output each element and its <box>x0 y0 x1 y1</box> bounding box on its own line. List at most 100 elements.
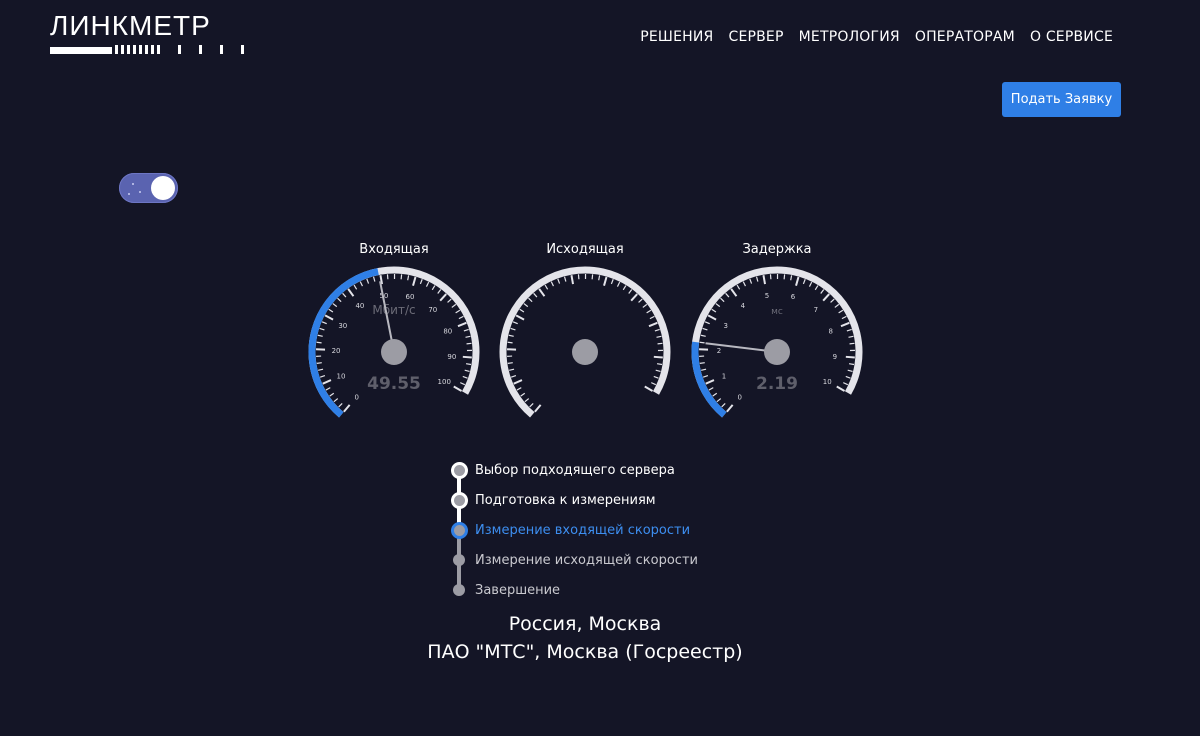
gauge-tick <box>412 276 417 286</box>
gauge-hub <box>572 339 598 365</box>
gauge-tick <box>749 278 753 284</box>
gauge-tick <box>742 281 746 287</box>
gauge-tick <box>834 303 840 308</box>
gauge-tick <box>325 387 331 391</box>
step-connector <box>457 565 461 585</box>
gauge-tick <box>648 321 658 328</box>
gauge-tick <box>557 278 561 284</box>
gauge-tick <box>843 382 849 386</box>
nav-item-solutions[interactable]: РЕШЕНИЯ <box>640 29 713 45</box>
gauge-tick <box>616 281 621 287</box>
step-label: Завершение <box>475 582 561 598</box>
nav-item-metrology[interactable]: МЕТРОЛОГИЯ <box>799 29 900 45</box>
gauge-tick <box>316 362 322 364</box>
nav-item-server[interactable]: СЕРВЕР <box>728 29 783 45</box>
gauge-tick <box>455 309 461 314</box>
gauge-tick <box>524 398 530 403</box>
gauge-tick <box>721 403 726 408</box>
gauge-tick <box>321 321 327 325</box>
gauge-tick <box>655 369 661 372</box>
nav-item-operators[interactable]: ОПЕРАТОРАМ <box>915 29 1015 45</box>
location-city: Россия, Москва <box>508 613 662 635</box>
gauge-tick <box>465 363 472 366</box>
gauge-tick <box>598 275 601 281</box>
gauge-tick <box>603 276 608 286</box>
gauge-hub <box>381 339 407 365</box>
step-indicator-icon <box>453 554 465 566</box>
gauge-tick <box>520 392 526 397</box>
step-indicator-icon <box>451 521 468 539</box>
gauge-tick <box>699 362 705 364</box>
gauge-tick <box>846 328 852 332</box>
step-label: Измерение исходящей скорости <box>475 552 698 568</box>
gauge-tick <box>353 284 358 290</box>
gauge-tick <box>622 285 627 291</box>
gauge-tick <box>359 281 363 287</box>
gauge-tick <box>329 392 335 397</box>
gauge-tick-label: 2 <box>717 347 721 355</box>
logo-bar <box>50 43 244 54</box>
apply-button[interactable]: Подать Заявку <box>1002 82 1121 117</box>
gauge-tick <box>462 375 468 379</box>
gauge-dial <box>499 266 671 418</box>
gauge-tick-label: 0 <box>737 393 741 401</box>
gauge-tick <box>515 314 525 321</box>
gauge-tick <box>705 379 715 385</box>
gauge-tick <box>563 276 567 282</box>
gauge-tick <box>736 284 741 290</box>
gauge-tick-label: 20 <box>332 347 341 355</box>
star-icon <box>132 183 134 185</box>
gauge-tick <box>656 335 662 338</box>
gauge-tick <box>840 321 850 328</box>
gauge-hub <box>764 339 790 365</box>
gauge-tick <box>319 374 326 378</box>
nav-item-about[interactable]: О СЕРВИСЕ <box>1030 29 1113 45</box>
gauge-tick <box>458 315 464 320</box>
gauge-tick <box>795 276 800 286</box>
gauge-tick <box>538 288 546 297</box>
gauge-tick <box>463 328 469 332</box>
gauge-tick <box>513 379 523 385</box>
gauge-tick <box>508 334 514 337</box>
gauge-tick <box>342 292 347 298</box>
gauge-tick <box>841 315 847 320</box>
toggle-knob <box>151 176 175 200</box>
gauge-unit: мс <box>771 307 783 317</box>
gauge-tick <box>838 309 844 314</box>
progress-step: Подготовка к измерениям <box>450 485 698 525</box>
location-info: Россия, Москва ПАО "МТС", Москва (Госрее… <box>0 610 1170 666</box>
gauge-tick <box>333 398 339 403</box>
gauge-tick <box>419 279 423 285</box>
gauge-tick <box>372 276 376 282</box>
gauge-tick <box>457 321 467 328</box>
logo[interactable]: ЛИНКМЕТР <box>50 12 250 56</box>
gauge-tick <box>507 341 513 344</box>
gauge-tick <box>699 341 705 344</box>
theme-toggle[interactable] <box>119 173 178 203</box>
gauge-tick-label: 8 <box>829 327 833 335</box>
gauge-tick <box>638 298 643 303</box>
gauge-tick <box>725 292 730 298</box>
gauge-tick-label: 30 <box>338 322 347 330</box>
gauge-tick <box>657 342 663 345</box>
gauge-tick-label: 0 <box>354 393 358 401</box>
gauge-tick <box>425 281 430 287</box>
gauge-tick <box>700 334 706 337</box>
gauge-tick <box>715 303 721 308</box>
gauge-tick <box>730 288 738 297</box>
gauge-tick <box>447 298 452 303</box>
gauge-tick <box>465 335 471 338</box>
gauge-tick <box>720 297 725 303</box>
step-indicator-icon <box>453 584 465 596</box>
gauge-tick <box>332 303 338 308</box>
gauge-tick <box>516 387 522 391</box>
gauge-tick <box>790 275 793 281</box>
gauge-tick <box>338 403 343 408</box>
gauge-tick-label: 7 <box>814 306 818 314</box>
gauge-tick-label: 80 <box>443 327 452 335</box>
gauge-tick <box>328 308 334 313</box>
gauge-tick-label: 10 <box>823 378 832 386</box>
gauge-value: 49.55 <box>367 374 421 394</box>
gauge-tick <box>704 321 710 325</box>
logo-text: ЛИНКМЕТР <box>50 10 211 41</box>
